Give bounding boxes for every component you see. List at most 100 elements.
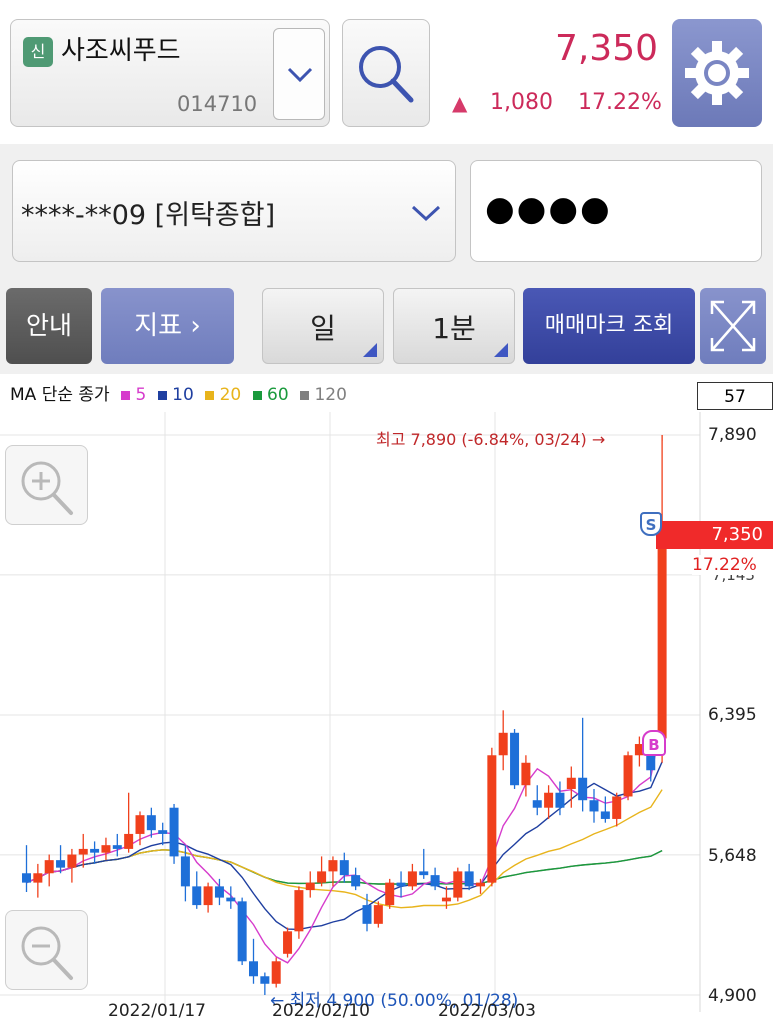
stock-code: 014710 <box>177 92 258 116</box>
current-pct-label: 17.22% <box>692 555 757 575</box>
candle-count-box: 57 <box>697 382 773 410</box>
candle-body <box>192 886 202 906</box>
candle-body <box>351 875 361 887</box>
candle-body <box>623 755 633 797</box>
search-icon <box>359 46 414 103</box>
candle-body <box>180 856 190 887</box>
candle-body <box>657 536 667 739</box>
account-number: ****-**09 [위탁종합] <box>21 200 276 231</box>
expand-icon <box>710 300 756 352</box>
candle-body <box>566 777 576 789</box>
candle-body <box>339 860 349 876</box>
current-price-marker: 7,350 <box>656 521 773 549</box>
candle-body <box>453 871 463 898</box>
stock-selector[interactable]: 신 사조씨푸드 014710 <box>10 19 330 127</box>
ma-legend-title: MA 단순 종가 <box>10 385 110 405</box>
candle-body <box>441 897 451 902</box>
candle-body <box>385 882 395 906</box>
current-price: 7,350 <box>554 28 658 69</box>
candle-body <box>214 886 224 898</box>
x-tick-label: 2022/01/17 <box>108 1001 206 1021</box>
candle-body <box>169 807 179 857</box>
moving-average-lines <box>26 435 663 964</box>
candle-body <box>33 873 43 883</box>
candle-body <box>521 762 531 786</box>
indicator-button[interactable]: 지표 › <box>101 288 234 364</box>
candle-body <box>158 830 168 834</box>
candle-body <box>67 854 77 868</box>
chart-grid <box>0 412 701 1012</box>
password-mask: ●●●● <box>485 189 612 229</box>
candle-body <box>317 871 327 883</box>
period-select[interactable]: 일 <box>262 288 384 364</box>
search-button[interactable] <box>342 19 430 127</box>
interval-select[interactable]: 1분 <box>393 288 515 364</box>
zoom-out-button[interactable] <box>5 910 88 990</box>
candle-body <box>271 961 281 984</box>
account-selector[interactable]: ****-**09 [위탁종합] <box>12 160 456 262</box>
ma5-line <box>26 720 663 964</box>
candle-body <box>294 890 304 932</box>
buy-mark-label: B <box>648 736 660 754</box>
candle-body <box>124 833 134 849</box>
price-chart[interactable] <box>0 412 773 1022</box>
candle-body <box>362 905 372 924</box>
candle-body <box>487 755 497 883</box>
candle-body <box>498 732 508 756</box>
interval-select-value: 1분 <box>432 312 476 345</box>
candle-body <box>305 882 315 891</box>
stock-dropdown-button[interactable] <box>273 28 325 120</box>
price-change: 1,080 <box>490 90 553 115</box>
zoom-in-button[interactable] <box>5 445 88 525</box>
expand-button[interactable] <box>700 288 766 364</box>
candle-body <box>600 811 610 819</box>
ma120-label: 120 <box>314 385 347 405</box>
indicator-button-label: 지표 › <box>134 311 201 341</box>
candle-body <box>237 901 247 962</box>
high-annotation: 최고 7,890 (-6.84%, 03/24) → <box>376 430 606 449</box>
candle-body <box>101 845 111 853</box>
candle-body <box>112 845 122 849</box>
candle-body <box>260 976 270 984</box>
zoom-out-icon <box>21 926 73 980</box>
settings-button[interactable] <box>672 19 762 127</box>
candle-body <box>22 873 31 883</box>
ma120-swatch <box>300 391 310 400</box>
candle-body <box>373 905 383 924</box>
period-select-value: 일 <box>310 312 336 345</box>
candle-body <box>532 800 542 808</box>
chevron-down-icon <box>411 205 441 222</box>
candle-body <box>90 848 100 853</box>
candle-body <box>612 796 622 819</box>
candle-body <box>430 875 440 887</box>
credit-badge: 신 <box>23 37 53 67</box>
password-field[interactable]: ●●●● <box>470 160 762 262</box>
candle-body <box>226 897 236 902</box>
candle-body <box>555 792 565 808</box>
ma10-label: 10 <box>172 385 194 405</box>
zoom-in-icon <box>21 461 73 515</box>
candle-body <box>328 860 338 872</box>
candle-body <box>396 882 406 887</box>
y-tick-label: 5,648 <box>708 846 757 866</box>
candle-body <box>407 871 417 887</box>
candle-body <box>419 871 429 876</box>
candle-body <box>56 860 66 868</box>
ma5-swatch <box>121 391 131 400</box>
y-tick-label: 4,900 <box>708 986 757 1006</box>
current-price-marker-value: 7,350 <box>711 524 763 545</box>
gear-icon <box>685 41 749 105</box>
trade-mark-button[interactable]: 매매마크 조회 <box>523 288 695 364</box>
candle-body <box>249 961 258 977</box>
ma5-label: 5 <box>135 385 147 405</box>
ma60-swatch <box>252 391 262 400</box>
candle-body <box>203 886 213 906</box>
up-arrow-icon: ▲ <box>452 91 468 115</box>
candle-body <box>510 732 520 786</box>
info-button[interactable]: 안내 <box>6 288 92 364</box>
candle-body <box>578 777 588 801</box>
candle-body <box>135 815 145 834</box>
price-change-pct: 17.22% <box>578 90 662 115</box>
chevron-down-icon <box>287 67 313 83</box>
buy-mark: B <box>642 730 666 756</box>
